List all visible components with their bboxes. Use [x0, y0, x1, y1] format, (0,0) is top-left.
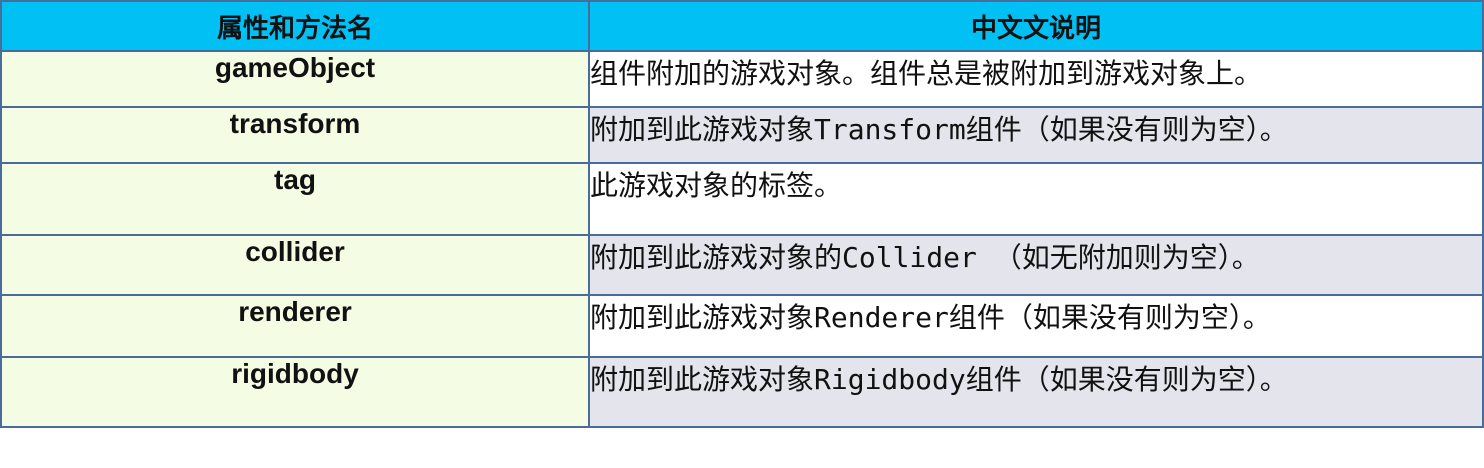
table-row: transform 附加到此游戏对象Transform组件（如果没有则为空）。: [0, 106, 1484, 164]
header-description: 中文文说明: [588, 0, 1484, 52]
property-description: 附加到此游戏对象Renderer组件（如果没有则为空）。: [588, 294, 1484, 358]
property-name: collider: [0, 234, 590, 296]
property-description: 附加到此游戏对象的Collider （如无附加则为空）。: [588, 234, 1484, 296]
properties-table: 属性和方法名 中文文说明 gameObject 组件附加的游戏对象。组件总是被附…: [0, 0, 1484, 428]
property-description: 附加到此游戏对象Rigidbody组件（如果没有则为空）。: [588, 356, 1484, 428]
property-name: rigidbody: [0, 356, 590, 428]
property-description: 附加到此游戏对象Transform组件（如果没有则为空）。: [588, 106, 1484, 164]
property-name: gameObject: [0, 50, 590, 108]
table-row: rigidbody 附加到此游戏对象Rigidbody组件（如果没有则为空）。: [0, 356, 1484, 428]
table-header: 属性和方法名 中文文说明: [0, 0, 1484, 52]
table-row: tag 此游戏对象的标签。: [0, 162, 1484, 236]
property-description: 组件附加的游戏对象。组件总是被附加到游戏对象上。: [588, 50, 1484, 108]
header-row: 属性和方法名 中文文说明: [0, 0, 1484, 52]
header-property-name: 属性和方法名: [0, 0, 590, 52]
property-name: transform: [0, 106, 590, 164]
property-description: 此游戏对象的标签。: [588, 162, 1484, 236]
table-body: gameObject 组件附加的游戏对象。组件总是被附加到游戏对象上。 tran…: [0, 50, 1484, 428]
table-row: collider 附加到此游戏对象的Collider （如无附加则为空）。: [0, 234, 1484, 296]
table-row: renderer 附加到此游戏对象Renderer组件（如果没有则为空）。: [0, 294, 1484, 358]
property-name: tag: [0, 162, 590, 236]
property-name: renderer: [0, 294, 590, 358]
table-row: gameObject 组件附加的游戏对象。组件总是被附加到游戏对象上。: [0, 50, 1484, 108]
